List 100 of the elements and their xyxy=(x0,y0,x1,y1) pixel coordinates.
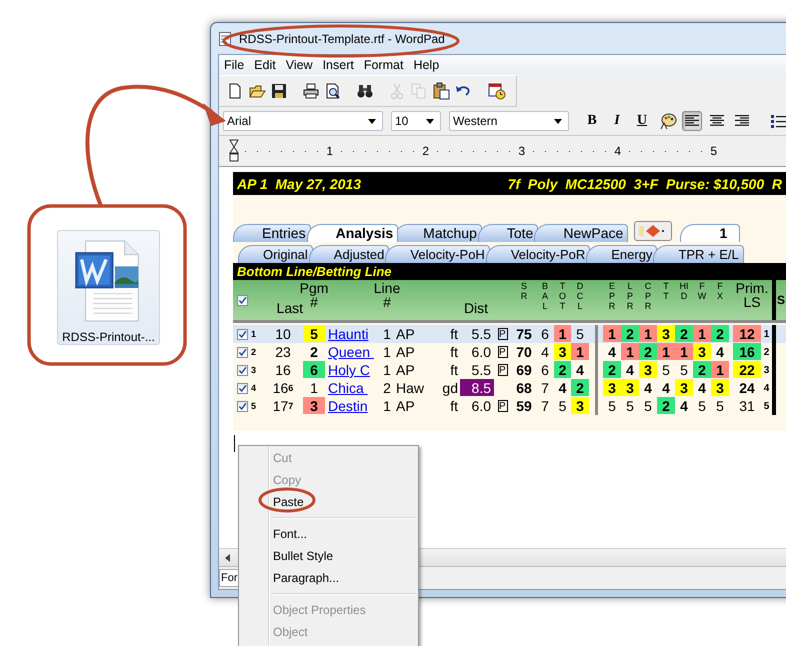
tab[interactable]: Analysis xyxy=(306,224,398,242)
table-cell-text: 6.0 xyxy=(470,397,492,414)
menu-item[interactable]: Format xyxy=(358,58,408,72)
text-style-button[interactable]: B xyxy=(582,113,602,129)
table-row[interactable]: 4 16$^{6}$ 1 Chica 2 Haw gd 8.5 68 7 4 2 3 3 4 4 3 4 3 24 4 xyxy=(233,379,786,397)
tab[interactable]: Tote xyxy=(478,224,538,242)
bullet-list-icon[interactable] xyxy=(771,114,786,128)
file-icon-tile[interactable]: RDSS-Printout-... xyxy=(57,230,160,345)
table-cell: 1 xyxy=(711,361,729,378)
indent-marker-icon[interactable] xyxy=(229,139,239,163)
table-cell-text: 4 xyxy=(558,379,568,396)
table-cell-text: 4 xyxy=(575,361,585,378)
table-cell-text: 75 xyxy=(515,325,533,343)
race-tab[interactable]: 1 xyxy=(680,224,740,242)
table-cell: 1 xyxy=(554,325,571,342)
tab[interactable]: Adjusted xyxy=(308,245,390,263)
table-cell: 2 xyxy=(639,343,657,360)
column-header: FX xyxy=(716,282,724,302)
table-row[interactable]: 1 10 5 Haunti 1 AP ft 5.5 P 75 6 1 5 1 2 1 3 2 1 2 12 1 xyxy=(233,325,786,343)
tab[interactable]: Entries xyxy=(233,224,311,242)
table-cell-text: 4 xyxy=(625,361,635,378)
row-number: 2 xyxy=(251,346,258,359)
table-cell: 3 xyxy=(693,343,711,360)
binoculars-icon[interactable] xyxy=(356,82,374,100)
table-cell: 3 xyxy=(639,361,657,378)
checkbox[interactable] xyxy=(236,382,248,394)
font-size-dropdown[interactable]: 10 xyxy=(391,111,441,131)
horse-name-link[interactable]: Queen xyxy=(325,343,378,361)
column-header: DCL xyxy=(576,282,584,312)
table-cell-text: 5 xyxy=(643,397,653,414)
table-cell-text: 4 xyxy=(607,343,617,360)
icon-button[interactable] xyxy=(634,221,672,241)
table-cell-text: 69 xyxy=(515,361,533,379)
highlight-ellipse xyxy=(258,488,316,512)
horse-name-link[interactable]: Destin xyxy=(325,397,378,415)
table-cell: 1 xyxy=(675,343,693,360)
table-cell-text: 5 xyxy=(715,397,725,414)
tab[interactable]: NewPace xyxy=(534,224,628,242)
table-cell-text: AP xyxy=(396,361,416,379)
script-dropdown[interactable]: Western xyxy=(449,111,569,131)
palette-icon[interactable] xyxy=(659,112,677,130)
p-marker: P xyxy=(498,328,508,340)
p-marker: P xyxy=(498,364,508,376)
checkbox[interactable] xyxy=(236,346,248,358)
font-dropdown[interactable]: Arial xyxy=(223,111,383,131)
table-cell-text: 16$^{6}$ xyxy=(272,379,294,397)
caret-icon xyxy=(368,118,376,124)
column-header: S xyxy=(776,293,786,307)
menu-item[interactable]: Bullet Style xyxy=(239,545,418,567)
ruler-number: 1 xyxy=(325,144,334,158)
menu-item[interactable]: Paste xyxy=(239,491,418,513)
table-row[interactable]: 5 17$^{7}$ 3 Destin 1 AP ft 6.0 P 59 7 5 3 5 5 5 2 4 5 5 31 5 xyxy=(233,397,786,415)
section-title: Bottom Line/Betting Line xyxy=(237,264,392,279)
tab[interactable]: Original xyxy=(238,245,313,263)
tab[interactable]: TPR + E/L xyxy=(653,245,744,263)
text-style-button[interactable]: I xyxy=(607,113,627,129)
text-style-button[interactable]: U xyxy=(632,113,652,129)
calendar-clock-icon[interactable] xyxy=(488,82,506,100)
table-row[interactable]: 3 16 6 Holy C 1 AP ft 5.5 P 69 6 2 4 2 4 3 5 5 2 1 22 3 xyxy=(233,361,786,379)
table-cell-text: 59 xyxy=(515,397,533,415)
rank-number: 2 xyxy=(762,346,770,360)
table-cell: 2 xyxy=(657,397,675,414)
checkbox[interactable] xyxy=(236,400,248,412)
column-header: Line # xyxy=(374,281,400,309)
table-cell-text: 5 xyxy=(697,397,707,414)
horse-name-link[interactable]: Chica xyxy=(325,379,378,397)
menu-item[interactable]: File xyxy=(219,58,250,72)
text-cursor xyxy=(234,435,235,452)
horse-name-link[interactable]: Holy C xyxy=(325,361,378,379)
menu-item[interactable]: Edit xyxy=(249,58,281,72)
align-right-icon xyxy=(735,115,749,127)
table-cell: 2 xyxy=(711,325,729,342)
table-cell-text: AP xyxy=(396,325,416,343)
table-cell: 3 xyxy=(711,379,729,396)
horse-name-link[interactable]: Haunti xyxy=(325,325,378,343)
tab[interactable]: Velocity-PoH xyxy=(385,245,490,263)
table-cell-text: ft xyxy=(449,325,458,343)
tab[interactable]: Energy xyxy=(586,245,658,263)
column-header: HID xyxy=(680,282,688,302)
table-cell: 1 xyxy=(639,325,657,342)
table-cell: 3 xyxy=(675,379,693,396)
table-cell: 3 xyxy=(571,397,589,414)
table-cell: 3 xyxy=(603,379,621,396)
printer-icon[interactable] xyxy=(302,82,320,100)
clipboard-icon[interactable] xyxy=(432,82,450,100)
menu-item[interactable]: Help xyxy=(408,58,444,72)
align-button[interactable] xyxy=(682,111,702,131)
table-row[interactable]: 2 23 2 Queen 1 AP ft 6.0 P 70 4 3 1 4 1 2 1 1 3 4 16 2 xyxy=(233,343,786,361)
print-preview-icon[interactable] xyxy=(324,82,342,100)
menu-item[interactable]: View xyxy=(280,58,318,72)
align-center-icon xyxy=(710,115,724,127)
checkbox[interactable] xyxy=(236,294,248,306)
table-cell: 2 xyxy=(571,379,589,396)
rank-number: 4 xyxy=(762,382,770,396)
menu-item[interactable]: Font... xyxy=(239,523,418,545)
tab[interactable]: Velocity-PoR xyxy=(486,245,590,263)
checkbox[interactable] xyxy=(236,328,248,340)
checkbox[interactable] xyxy=(236,364,248,376)
menu-item[interactable]: Insert xyxy=(318,58,359,72)
table-cell: 1 xyxy=(621,343,639,360)
